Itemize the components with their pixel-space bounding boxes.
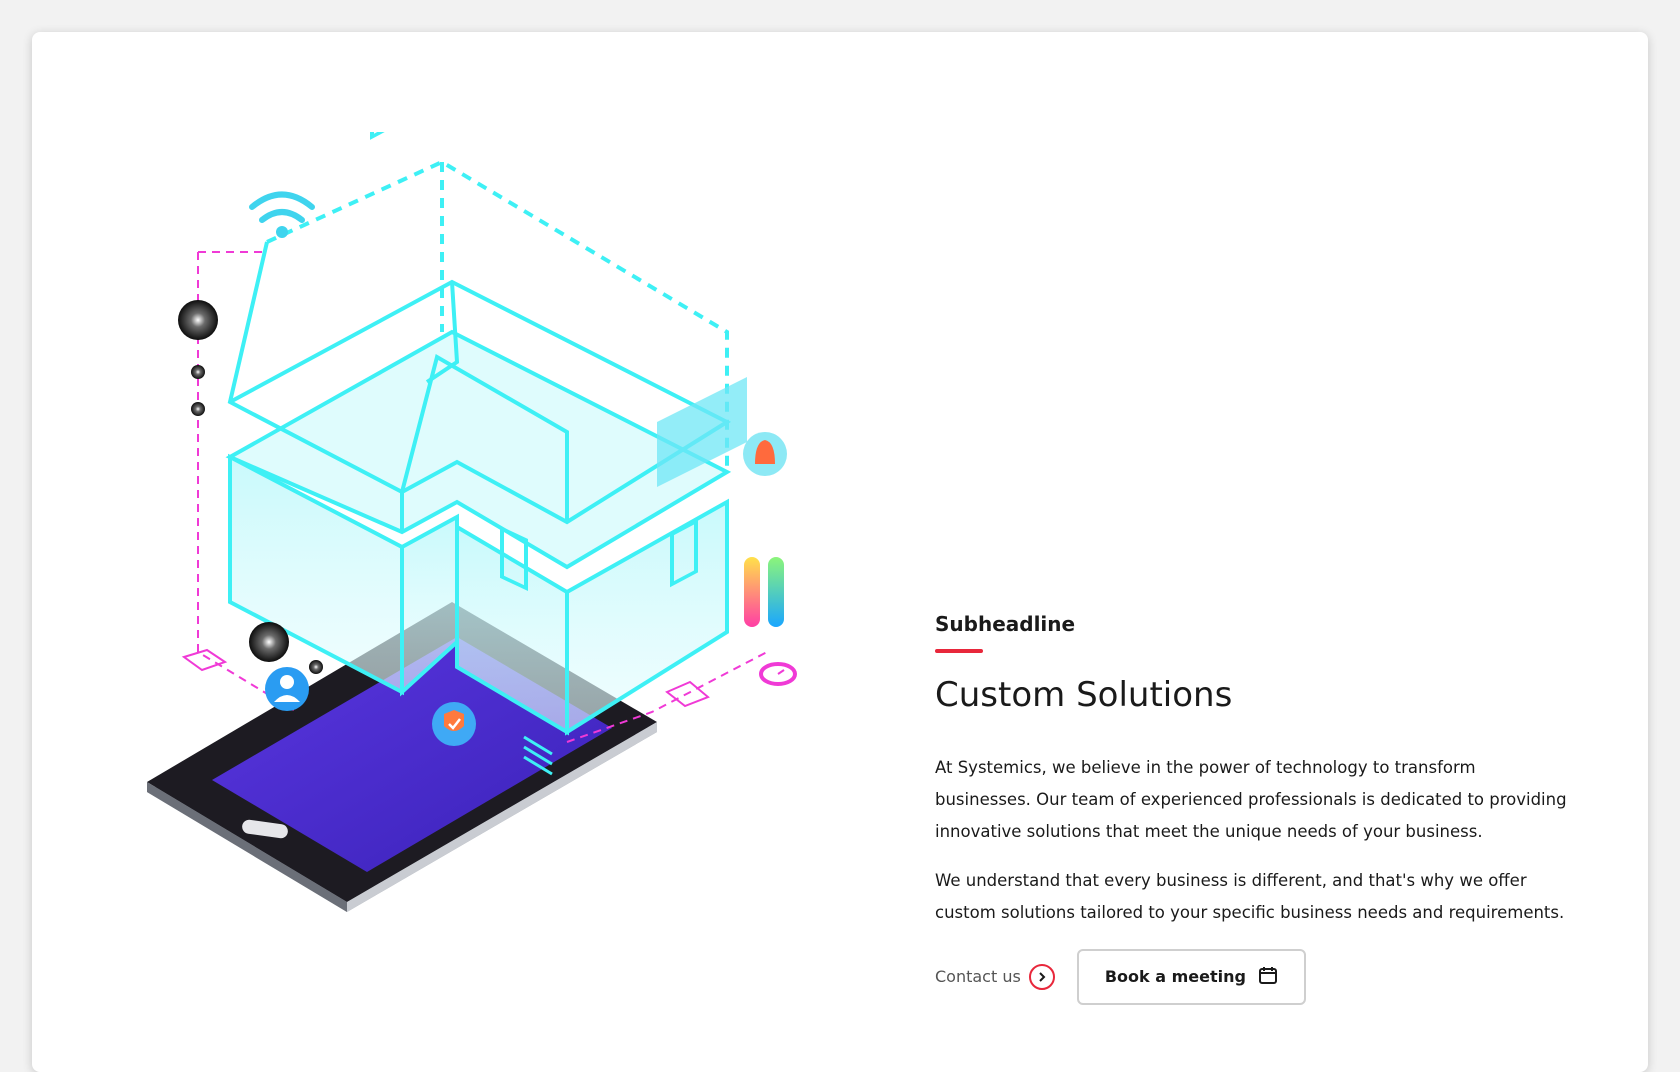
content-card: Subheadline Custom Solutions At Systemic… bbox=[32, 32, 1648, 1072]
arrow-right-icon bbox=[1028, 963, 1055, 990]
wifi-icon bbox=[249, 191, 315, 238]
contact-us-link[interactable]: Contact us bbox=[935, 963, 1055, 990]
smart-home-illustration bbox=[147, 132, 797, 912]
action-row: Contact us Book a meeting bbox=[935, 948, 1575, 1005]
book-meeting-button[interactable]: Book a meeting bbox=[1076, 948, 1306, 1005]
intro-paragraph: At Systemics, we believe in the power of… bbox=[935, 757, 1567, 841]
orb-decoration bbox=[178, 300, 218, 340]
book-meeting-label: Book a meeting bbox=[1104, 967, 1246, 987]
level-bar-graphic bbox=[744, 557, 760, 627]
shield-check-icon bbox=[432, 702, 476, 746]
calendar-icon bbox=[1258, 965, 1278, 989]
content-section: Subheadline Custom Solutions At Systemic… bbox=[935, 611, 1575, 1005]
house-wireframe bbox=[225, 132, 732, 736]
custom-paragraph: We understand that every business is dif… bbox=[935, 870, 1565, 922]
contact-us-label: Contact us bbox=[935, 967, 1021, 987]
subheadline: Subheadline bbox=[935, 612, 1076, 636]
bell-icon bbox=[743, 432, 787, 476]
clock-icon bbox=[759, 662, 797, 686]
user-icon bbox=[265, 667, 309, 711]
accent-underline bbox=[935, 649, 983, 653]
section-title: Custom Solutions bbox=[935, 675, 1233, 715]
